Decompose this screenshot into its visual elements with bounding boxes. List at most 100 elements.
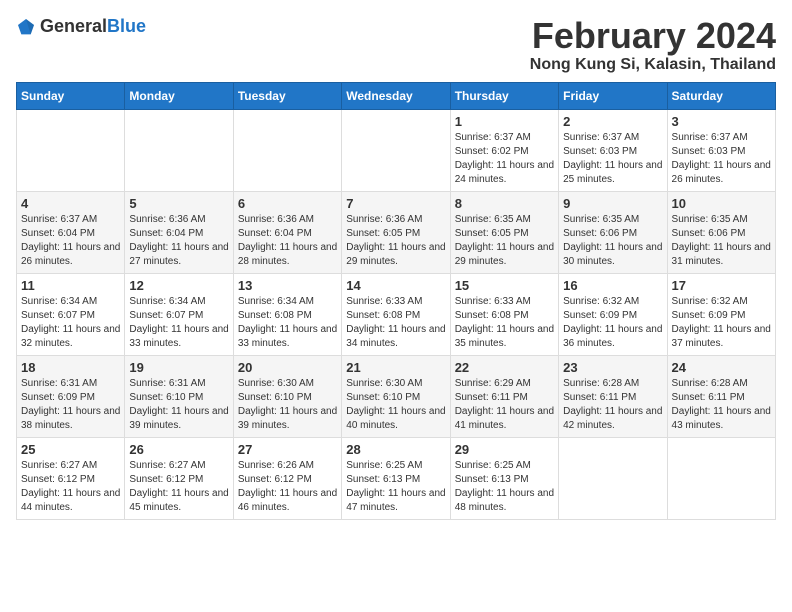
calendar-cell: 15Sunrise: 6:33 AM Sunset: 6:08 PM Dayli…	[450, 273, 558, 355]
header-row: SundayMondayTuesdayWednesdayThursdayFrid…	[17, 82, 776, 109]
day-number: 10	[672, 196, 771, 211]
day-number: 9	[563, 196, 662, 211]
day-info: Sunrise: 6:36 AM Sunset: 6:05 PM Dayligh…	[346, 213, 445, 269]
calendar-cell: 12Sunrise: 6:34 AM Sunset: 6:07 PM Dayli…	[125, 273, 233, 355]
day-number: 28	[346, 442, 445, 457]
calendar-cell: 8 Sunrise: 6:35 AM Sunset: 6:05 PM Daylig…	[450, 191, 558, 273]
day-number: 25	[21, 442, 120, 457]
calendar-cell	[667, 437, 775, 519]
logo-icon	[16, 17, 36, 37]
day-number: 23	[563, 360, 662, 375]
day-number: 24	[672, 360, 771, 375]
day-number: 4	[21, 196, 120, 211]
calendar-cell: 1 Sunrise: 6:37 AM Sunset: 6:02 PM Daylig…	[450, 109, 558, 191]
day-info: Sunrise: 6:31 AM Sunset: 6:09 PM Dayligh…	[21, 377, 120, 433]
day-number: 16	[563, 278, 662, 293]
day-info: Sunrise: 6:35 AM Sunset: 6:05 PM Dayligh…	[455, 213, 554, 269]
day-info: Sunrise: 6:37 AM Sunset: 6:03 PM Dayligh…	[563, 131, 662, 187]
day-info: Sunrise: 6:32 AM Sunset: 6:09 PM Dayligh…	[563, 295, 662, 351]
calendar-cell: 5 Sunrise: 6:36 AM Sunset: 6:04 PM Daylig…	[125, 191, 233, 273]
day-number: 17	[672, 278, 771, 293]
calendar-cell: 7 Sunrise: 6:36 AM Sunset: 6:05 PM Daylig…	[342, 191, 450, 273]
day-number: 5	[129, 196, 228, 211]
day-number: 8	[455, 196, 554, 211]
day-number: 3	[672, 114, 771, 129]
logo-text-blue: Blue	[107, 16, 146, 36]
day-info: Sunrise: 6:37 AM Sunset: 6:02 PM Dayligh…	[455, 131, 554, 187]
day-number: 18	[21, 360, 120, 375]
day-header-thursday: Thursday	[450, 82, 558, 109]
day-header-friday: Friday	[559, 82, 667, 109]
day-info: Sunrise: 6:28 AM Sunset: 6:11 PM Dayligh…	[563, 377, 662, 433]
header: GeneralBlue February 2024 Nong Kung Si, …	[16, 16, 776, 74]
calendar-cell: 28 Sunrise: 6:25 AM Sunset: 6:13 PM Dayli…	[342, 437, 450, 519]
day-info: Sunrise: 6:36 AM Sunset: 6:04 PM Dayligh…	[129, 213, 228, 269]
month-title: February 2024	[530, 16, 776, 56]
day-info: Sunrise: 6:32 AM Sunset: 6:09 PM Dayligh…	[672, 295, 771, 351]
calendar-cell: 29 Sunrise: 6:25 AM Sunset: 6:13 PM Dayli…	[450, 437, 558, 519]
day-number: 12	[129, 278, 228, 293]
day-number: 19	[129, 360, 228, 375]
calendar-cell: 2 Sunrise: 6:37 AM Sunset: 6:03 PM Daylig…	[559, 109, 667, 191]
calendar-cell	[17, 109, 125, 191]
day-number: 1	[455, 114, 554, 129]
calendar-cell	[559, 437, 667, 519]
day-info: Sunrise: 6:30 AM Sunset: 6:10 PM Dayligh…	[238, 377, 337, 433]
calendar-cell	[233, 109, 341, 191]
week-row-5: 25 Sunrise: 6:27 AM Sunset: 6:12 PM Dayli…	[17, 437, 776, 519]
calendar-cell: 3 Sunrise: 6:37 AM Sunset: 6:03 PM Daylig…	[667, 109, 775, 191]
day-info: Sunrise: 6:35 AM Sunset: 6:06 PM Dayligh…	[672, 213, 771, 269]
day-info: Sunrise: 6:31 AM Sunset: 6:10 PM Dayligh…	[129, 377, 228, 433]
calendar-cell: 25 Sunrise: 6:27 AM Sunset: 6:12 PM Dayli…	[17, 437, 125, 519]
calendar-cell: 21Sunrise: 6:30 AM Sunset: 6:10 PM Dayli…	[342, 355, 450, 437]
calendar-cell: 14 Sunrise: 6:33 AM Sunset: 6:08 PM Dayli…	[342, 273, 450, 355]
calendar-cell: 10 Sunrise: 6:35 AM Sunset: 6:06 PM Dayli…	[667, 191, 775, 273]
day-header-monday: Monday	[125, 82, 233, 109]
day-number: 22	[455, 360, 554, 375]
day-info: Sunrise: 6:37 AM Sunset: 6:04 PM Dayligh…	[21, 213, 120, 269]
day-number: 29	[455, 442, 554, 457]
day-number: 21	[346, 360, 445, 375]
day-number: 13	[238, 278, 337, 293]
calendar-cell: 23 Sunrise: 6:28 AM Sunset: 6:11 PM Dayli…	[559, 355, 667, 437]
day-info: Sunrise: 6:37 AM Sunset: 6:03 PM Dayligh…	[672, 131, 771, 187]
week-row-4: 18 Sunrise: 6:31 AM Sunset: 6:09 PM Dayli…	[17, 355, 776, 437]
week-row-1: 1 Sunrise: 6:37 AM Sunset: 6:02 PM Daylig…	[17, 109, 776, 191]
day-info: Sunrise: 6:34 AM Sunset: 6:08 PM Dayligh…	[238, 295, 337, 351]
day-info: Sunrise: 6:36 AM Sunset: 6:04 PM Dayligh…	[238, 213, 337, 269]
day-info: Sunrise: 6:26 AM Sunset: 6:12 PM Dayligh…	[238, 459, 337, 515]
day-info: Sunrise: 6:27 AM Sunset: 6:12 PM Dayligh…	[21, 459, 120, 515]
day-info: Sunrise: 6:27 AM Sunset: 6:12 PM Dayligh…	[129, 459, 228, 515]
day-info: Sunrise: 6:25 AM Sunset: 6:13 PM Dayligh…	[346, 459, 445, 515]
day-info: Sunrise: 6:29 AM Sunset: 6:11 PM Dayligh…	[455, 377, 554, 433]
calendar-cell: 24Sunrise: 6:28 AM Sunset: 6:11 PM Dayli…	[667, 355, 775, 437]
calendar-cell: 22 Sunrise: 6:29 AM Sunset: 6:11 PM Dayli…	[450, 355, 558, 437]
calendar-cell: 27Sunrise: 6:26 AM Sunset: 6:12 PM Dayli…	[233, 437, 341, 519]
calendar-cell: 16 Sunrise: 6:32 AM Sunset: 6:09 PM Dayli…	[559, 273, 667, 355]
calendar-cell	[342, 109, 450, 191]
day-header-saturday: Saturday	[667, 82, 775, 109]
day-number: 26	[129, 442, 228, 457]
calendar-cell: 13 Sunrise: 6:34 AM Sunset: 6:08 PM Dayli…	[233, 273, 341, 355]
day-number: 15	[455, 278, 554, 293]
day-header-sunday: Sunday	[17, 82, 125, 109]
day-number: 6	[238, 196, 337, 211]
day-number: 20	[238, 360, 337, 375]
calendar-cell: 11Sunrise: 6:34 AM Sunset: 6:07 PM Dayli…	[17, 273, 125, 355]
day-number: 14	[346, 278, 445, 293]
calendar-cell: 19 Sunrise: 6:31 AM Sunset: 6:10 PM Dayli…	[125, 355, 233, 437]
logo-text-general: General	[40, 16, 107, 36]
calendar-cell: 26 Sunrise: 6:27 AM Sunset: 6:12 PM Dayli…	[125, 437, 233, 519]
day-number: 7	[346, 196, 445, 211]
calendar-cell: 17 Sunrise: 6:32 AM Sunset: 6:09 PM Dayli…	[667, 273, 775, 355]
week-row-3: 11Sunrise: 6:34 AM Sunset: 6:07 PM Dayli…	[17, 273, 776, 355]
day-number: 11	[21, 278, 120, 293]
day-header-wednesday: Wednesday	[342, 82, 450, 109]
day-info: Sunrise: 6:25 AM Sunset: 6:13 PM Dayligh…	[455, 459, 554, 515]
day-info: Sunrise: 6:33 AM Sunset: 6:08 PM Dayligh…	[346, 295, 445, 351]
calendar-cell: 20 Sunrise: 6:30 AM Sunset: 6:10 PM Dayli…	[233, 355, 341, 437]
day-number: 2	[563, 114, 662, 129]
logo: GeneralBlue	[16, 16, 146, 37]
calendar-cell: 9Sunrise: 6:35 AM Sunset: 6:06 PM Daylig…	[559, 191, 667, 273]
calendar-cell	[125, 109, 233, 191]
